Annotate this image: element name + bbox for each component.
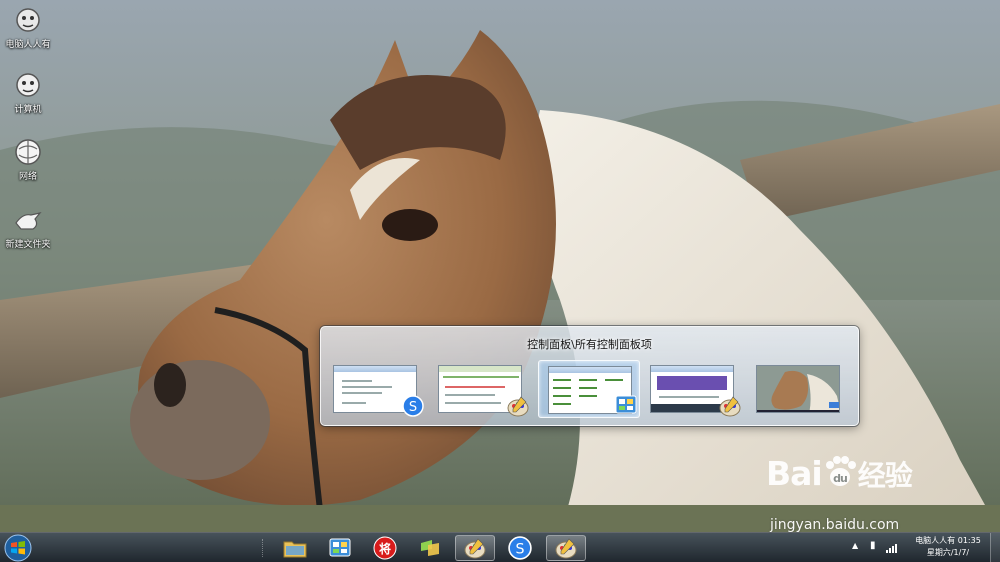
window-switcher: 控制面板\所有控制面板项 S xyxy=(320,326,859,426)
baidu-logo: Bai du 经验 xyxy=(766,454,913,494)
explorer-folder-icon xyxy=(283,541,307,558)
sogou-browser-icon: S xyxy=(402,395,424,417)
network-signal-icon[interactable] xyxy=(886,542,898,554)
show-desktop-button[interactable] xyxy=(990,533,1000,562)
control-panel-icon xyxy=(329,538,351,557)
control-panel-icon xyxy=(615,395,637,414)
baidu-logo-suffix: 经验 xyxy=(857,459,913,492)
windows-orb-icon[interactable] xyxy=(3,534,33,562)
switcher-desktop-thumb[interactable] xyxy=(747,360,849,418)
switcher-window-thumb-selected[interactable] xyxy=(538,360,640,418)
tiles-app-icon xyxy=(421,540,439,556)
taskbar-tiles-app-button[interactable] xyxy=(410,535,450,561)
xiangqi-glyph: 将 xyxy=(378,542,391,556)
desktop-icon-label: 新建文件夹 xyxy=(5,240,51,250)
paint-icon xyxy=(719,396,741,417)
desktop-preview-icon xyxy=(756,365,840,413)
system-tray: ▲ ▮ 电脑人人有 01:35 星期六/1/7/ xyxy=(848,533,988,562)
desktop-icon-new-folder[interactable]: 新建文件夹 xyxy=(0,205,56,250)
paint-icon xyxy=(507,396,529,417)
clock-date: 星期六/1/7/ xyxy=(926,548,970,557)
baidu-logo-text: Bai xyxy=(766,454,823,493)
desktop-icon-label: 电脑人人有 xyxy=(5,40,51,50)
switcher-window-thumb[interactable] xyxy=(429,360,531,418)
user-folder-icon xyxy=(16,8,40,32)
taskbar-grip xyxy=(262,539,265,557)
baidu-paw-icon: du xyxy=(825,456,856,486)
sogou-browser-icon: S xyxy=(508,536,532,560)
taskbar: 将 S ▲ ▮ 电脑人人有 01:35 星期六/1/7/ xyxy=(0,532,1000,562)
taskbar-sogou-browser-button[interactable]: S xyxy=(500,535,540,561)
computer-icon xyxy=(16,73,40,97)
desktop-wallpaper xyxy=(0,0,1000,532)
desktop-icon-user-folder[interactable]: 电脑人人有 xyxy=(0,5,56,50)
desktop-icon-computer[interactable]: 计算机 xyxy=(0,70,56,115)
watermark-url: jingyan.baidu.com xyxy=(770,517,900,533)
switcher-window-thumb[interactable] xyxy=(641,360,743,418)
folder-icon xyxy=(15,212,42,230)
taskbar-clock[interactable]: 电脑人人有 01:35 星期六/1/7/ xyxy=(910,535,986,559)
baidu-jingyan-watermark: Bai du 经验 jingyan.baidu.com xyxy=(766,454,996,533)
desktop-icon-label: 计算机 xyxy=(14,105,42,115)
paint-icon xyxy=(464,538,486,559)
svg-text:du: du xyxy=(833,472,847,485)
paint-icon xyxy=(555,538,577,559)
desktop-icon-label: 网络 xyxy=(18,172,37,182)
desktop-icon-network[interactable]: 网络 xyxy=(0,137,56,182)
taskbar-control-panel-button[interactable] xyxy=(320,535,360,561)
tray-expand-icon[interactable]: ▲ xyxy=(852,541,858,550)
taskbar-paint-button[interactable] xyxy=(455,535,495,561)
svg-text:S: S xyxy=(516,541,525,557)
svg-text:S: S xyxy=(409,400,417,415)
clock-time: 电脑人人有 01:35 xyxy=(915,536,981,545)
switcher-window-thumb[interactable]: S xyxy=(324,360,426,418)
taskbar-xiangqi-button[interactable]: 将 xyxy=(365,535,405,561)
taskbar-paint-button[interactable] xyxy=(546,535,586,561)
network-icon xyxy=(15,139,41,165)
switcher-title: 控制面板\所有控制面板项 xyxy=(527,338,652,351)
taskbar-explorer-button[interactable] xyxy=(275,535,315,561)
usb-device-icon[interactable]: ▮ xyxy=(870,540,876,551)
